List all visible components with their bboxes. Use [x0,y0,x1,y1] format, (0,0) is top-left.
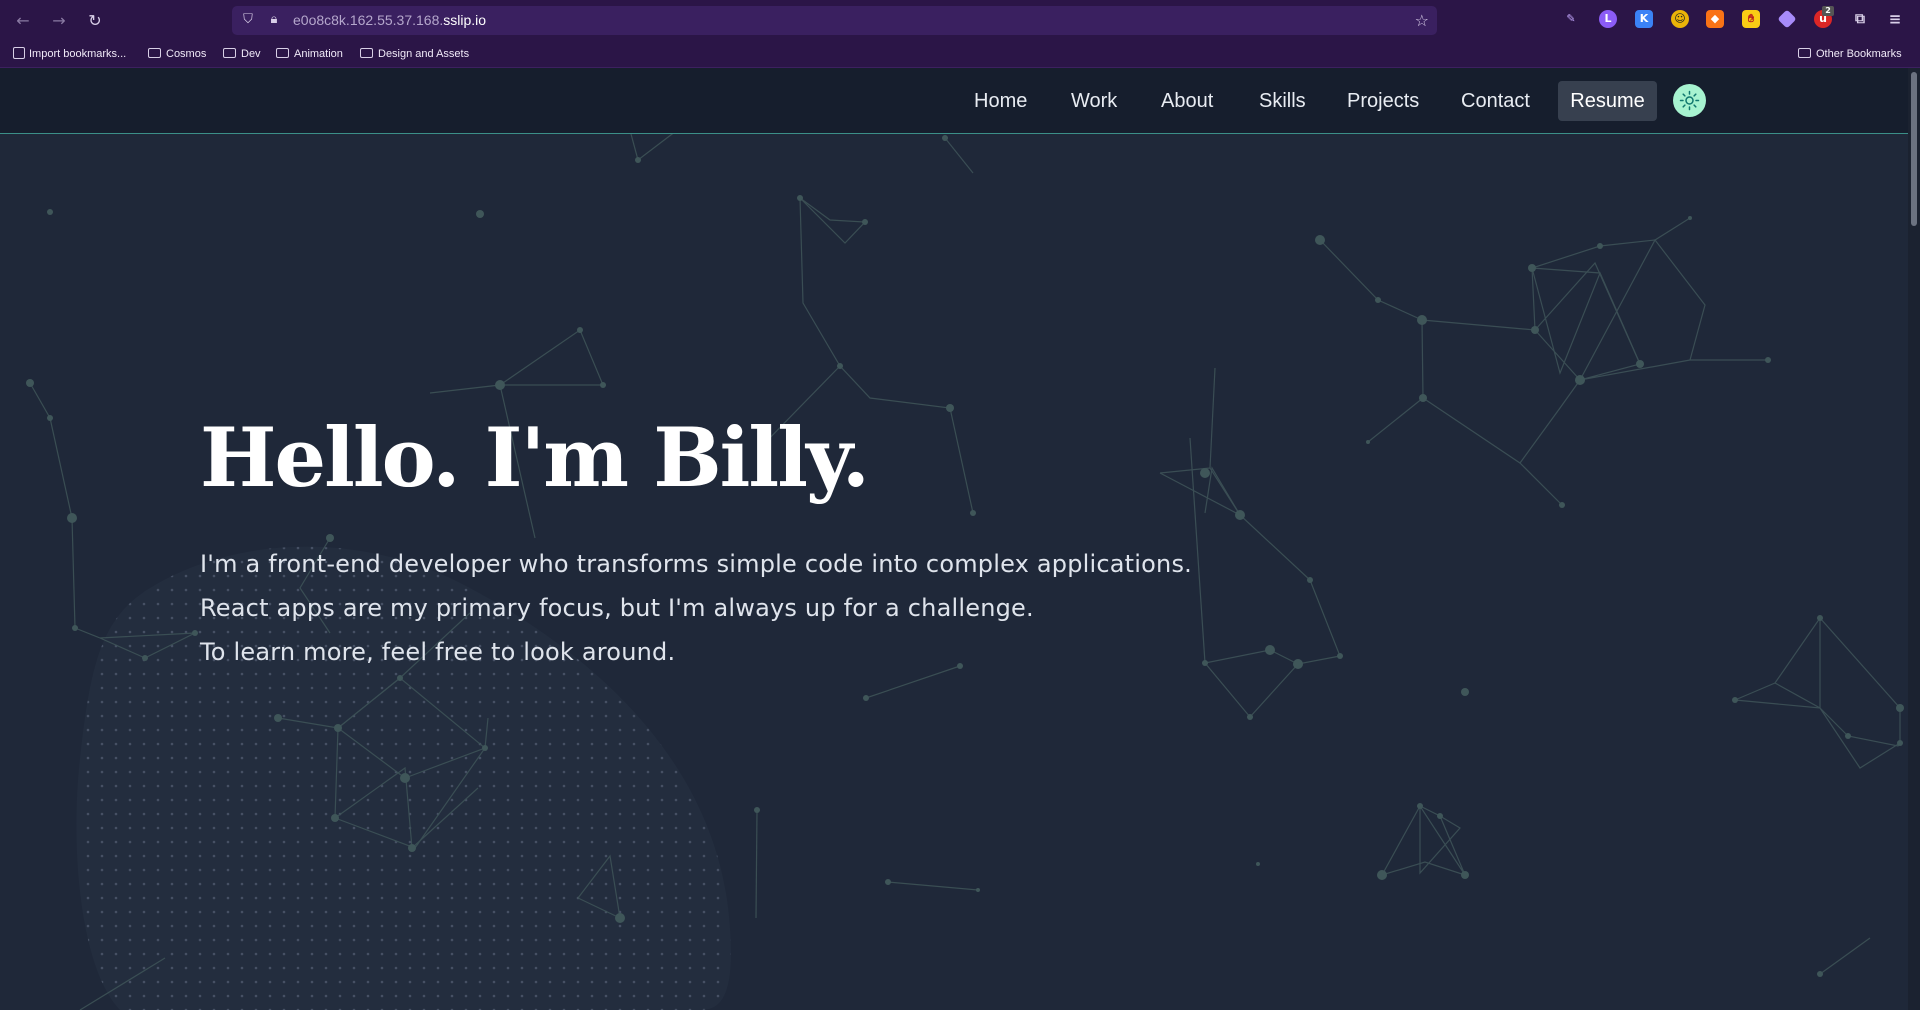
browser-toolbar: ← → ↻ ⛉ 🔒︎ e0o8c8k.162.55.37.168.sslip.i… [0,0,1920,41]
folder-icon [360,48,373,58]
bookmark-cosmos[interactable]: Cosmos [148,46,206,62]
particle-network-background [26,92,1904,1010]
address-bar[interactable]: ⛉ 🔒︎ e0o8c8k.162.55.37.168.sslip.io ☆ [232,6,1437,35]
import-icon [13,47,25,59]
bookmark-dev[interactable]: Dev [223,46,261,62]
page-scrollbar[interactable] [1908,68,1920,1010]
wrench-icon[interactable]: ✎ [1562,10,1580,28]
site-navbar: Home Work About Skills Projects Contact … [0,68,1908,134]
extension-badge: 2 [1822,6,1834,16]
nav-skills[interactable]: Skills [1259,88,1306,115]
url-text[interactable]: e0o8c8k.162.55.37.168.sslip.io [293,12,486,28]
fox-extension-icon[interactable]: ◆ [1706,10,1724,28]
scrollbar-thumb[interactable] [1911,72,1917,226]
l-extension-icon[interactable]: L [1599,10,1617,28]
page-viewport: Home Work About Skills Projects Contact … [0,68,1908,1010]
nav-projects[interactable]: Projects [1347,88,1419,115]
diamond-extension-icon[interactable] [1777,9,1797,29]
puzzle-icon[interactable]: ⧉ [1851,10,1869,28]
hero-line-3: To learn more, feel free to look around. [200,638,676,666]
folder-icon [1798,48,1811,58]
theme-toggle-button[interactable] [1673,84,1706,117]
browser-chrome: ← → ↻ ⛉ 🔒︎ e0o8c8k.162.55.37.168.sslip.i… [0,0,1920,68]
bookmarks-bar: Import bookmarks... Cosmos Dev Animation… [0,43,1920,65]
resume-button[interactable]: Resume [1558,81,1657,121]
hand-extension-icon[interactable]: ✋︎ [1742,10,1760,28]
nav-about[interactable]: About [1161,88,1213,115]
folder-icon [223,48,236,58]
k-extension-icon[interactable]: K [1635,10,1653,28]
bookmark-star-icon[interactable]: ☆ [1415,11,1429,30]
back-arrow-icon[interactable]: ← [12,10,34,32]
menu-icon[interactable]: ≡ [1886,10,1904,28]
other-bookmarks[interactable]: Other Bookmarks [1798,46,1902,62]
reload-icon[interactable]: ↻ [84,10,106,32]
hero-line-2: React apps are my primary focus, but I'm… [200,594,1034,622]
forward-arrow-icon[interactable]: → [48,10,70,32]
folder-icon [276,48,289,58]
bookmark-import[interactable]: Import bookmarks... [13,46,126,62]
bookmark-design-assets[interactable]: Design and Assets [360,46,469,62]
nav-contact[interactable]: Contact [1461,88,1530,115]
folder-icon [148,48,161,58]
bookmark-animation[interactable]: Animation [276,46,343,62]
sun-icon [1679,90,1700,111]
shield-icon[interactable]: ⛉ [240,12,256,28]
lock-icon[interactable]: 🔒︎ [266,12,282,28]
nav-home[interactable]: Home [974,88,1027,115]
smiley-extension-icon[interactable]: ☺ [1671,10,1689,28]
hero-line-1: I'm a front-end developer who transforms… [200,550,1192,578]
nav-work[interactable]: Work [1071,88,1117,115]
hero-title: Hello. I'm Billy. [200,411,870,506]
resume-label: Resume [1570,90,1645,112]
